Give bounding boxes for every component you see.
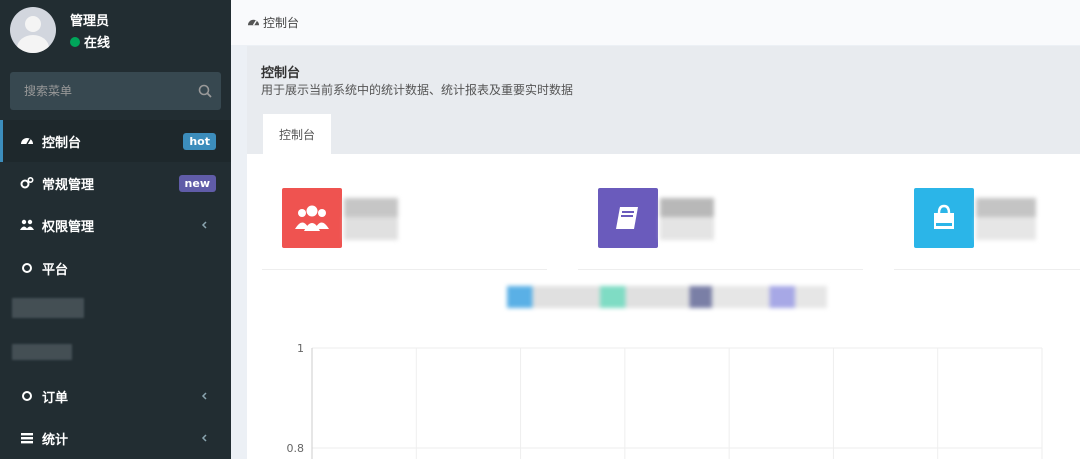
divider: [578, 269, 863, 270]
divider: [262, 269, 547, 270]
online-dot-icon: [70, 36, 80, 47]
chart-legend: [507, 286, 827, 308]
user-panel: 管理员 在线: [0, 0, 231, 60]
users-icon: [20, 218, 34, 232]
circle-icon: [20, 389, 34, 403]
chart: 1 0.8: [247, 324, 1080, 459]
dashboard-panel: 1 0.8: [247, 154, 1080, 459]
breadcrumb: 控制台: [231, 0, 1080, 45]
stat-card-orders: [914, 188, 974, 248]
sidebar-search: [10, 72, 221, 110]
sidebar-item-dashboard[interactable]: 控制台 hot: [0, 120, 231, 162]
sidebar-item-label: 权限管理: [42, 219, 95, 235]
sidebar-item-label: 常规管理: [42, 177, 95, 193]
search-input[interactable]: [10, 72, 190, 110]
chevron-left-icon: [201, 392, 207, 400]
main-content: 控制台 控制台 用于展示当前系统中的统计数据、统计报表及重要实时数据 控制台 1…: [231, 0, 1080, 459]
sidebar-item-orders[interactable]: 订单: [0, 375, 231, 417]
cogs-icon: [20, 176, 34, 190]
stat-value-redacted: [344, 198, 398, 240]
shopping-bag-icon: [934, 204, 954, 229]
sidebar-item-redacted[interactable]: [12, 298, 84, 318]
stat-card-books: [598, 188, 658, 248]
chevron-left-icon: [201, 434, 207, 442]
sidebar-item-label: 订单: [42, 390, 69, 406]
avatar[interactable]: [10, 7, 56, 53]
dashboard-icon: [20, 134, 34, 148]
sidebar-item-permissions[interactable]: 权限管理: [0, 204, 231, 246]
circle-icon: [20, 261, 34, 275]
sidebar: 管理员 在线 控制台 hot 常规管理 new 权限管理: [0, 0, 231, 459]
dashboard-icon: [247, 19, 260, 26]
content-header: 控制台 用于展示当前系统中的统计数据、统计报表及重要实时数据 控制台: [247, 46, 1080, 154]
sidebar-item-label: 平台: [42, 262, 69, 278]
stat-value-redacted: [660, 198, 714, 240]
divider: [894, 269, 1080, 270]
sidebar-item-redacted[interactable]: [12, 344, 72, 360]
stat-card-users: [282, 188, 342, 248]
chart-y-tick-label: 1: [297, 342, 304, 355]
search-icon[interactable]: [197, 83, 213, 99]
book-icon: [616, 207, 638, 229]
user-status-label: 在线: [84, 36, 111, 51]
sidebar-item-label: 统计: [42, 432, 69, 448]
sidebar-item-platform[interactable]: 平台: [0, 247, 231, 289]
list-icon: [20, 431, 34, 445]
user-status: 在线: [70, 32, 110, 51]
sidebar-item-statistics[interactable]: 统计: [0, 417, 231, 459]
badge-hot: hot: [183, 133, 216, 150]
breadcrumb-label[interactable]: 控制台: [263, 14, 299, 31]
chart-svg: 10.8: [287, 342, 1043, 459]
stat-value-redacted: [976, 198, 1036, 240]
tab-dashboard[interactable]: 控制台: [263, 114, 331, 154]
page-title: 控制台: [261, 66, 301, 81]
users-icon: [295, 205, 329, 231]
chevron-left-icon: [201, 221, 207, 229]
badge-new: new: [178, 175, 216, 192]
sidebar-item-general[interactable]: 常规管理 new: [0, 162, 231, 204]
user-name: 管理员: [70, 14, 110, 29]
sidebar-item-label: 控制台: [42, 135, 82, 151]
page-description: 用于展示当前系统中的统计数据、统计报表及重要实时数据: [261, 83, 574, 97]
chart-y-tick-label: 0.8: [287, 442, 305, 455]
